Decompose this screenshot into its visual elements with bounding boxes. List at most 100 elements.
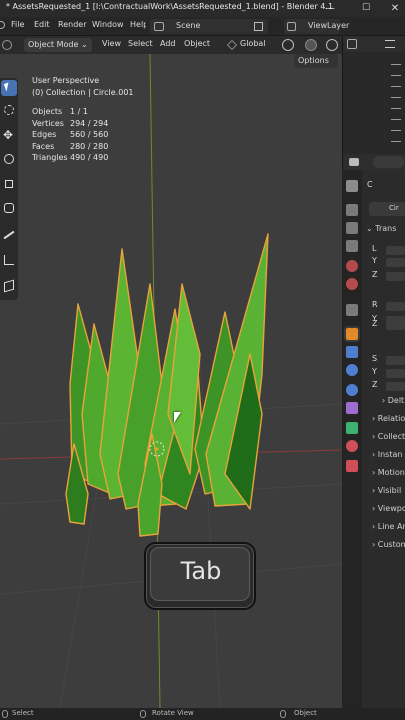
stat-value: 490 / 490: [70, 153, 109, 162]
data-tab-icon[interactable]: [346, 422, 358, 434]
output-tab-icon[interactable]: [346, 222, 358, 234]
particles-tab-icon[interactable]: [346, 364, 358, 376]
viewlayer-selector[interactable]: ViewLayer: [284, 19, 349, 34]
stat-value: 294 / 294: [70, 118, 109, 128]
select-tool-button[interactable]: [1, 80, 17, 96]
menu-select[interactable]: Select: [128, 39, 153, 48]
properties-search-input[interactable]: [373, 156, 404, 168]
scene-icon: [154, 22, 164, 31]
view-layer-tab-icon[interactable]: [346, 240, 358, 252]
object-origin: [155, 447, 159, 451]
object-header: C: [367, 180, 373, 189]
transform-field[interactable]: [386, 356, 405, 365]
object-tab-icon[interactable]: [346, 328, 358, 340]
panel-line-art[interactable]: › Line Ar: [372, 522, 405, 538]
measure-tool-button[interactable]: [1, 252, 17, 268]
options-button[interactable]: Options: [294, 54, 338, 68]
editor-type-icon[interactable]: [2, 40, 12, 50]
grass-object[interactable]: [65, 233, 269, 537]
physics-tab-icon[interactable]: [346, 384, 358, 396]
stat-value: 280 / 280: [70, 141, 109, 151]
transform-icon: [4, 203, 14, 213]
orientation-dropdown[interactable]: Global: [240, 39, 266, 48]
panel-relations[interactable]: › Relatio: [372, 414, 405, 430]
new-scene-icon[interactable]: [254, 22, 263, 31]
viewport-header: Object Mode ⌄ View Select Add Object Glo…: [0, 36, 342, 54]
object-mode-dropdown[interactable]: Object Mode ⌄: [24, 38, 92, 52]
world-tab-icon[interactable]: [346, 278, 358, 290]
stat-label: Faces: [32, 141, 55, 151]
snap-icon[interactable]: [305, 39, 317, 51]
properties-header: [343, 154, 405, 170]
panel-motion-paths[interactable]: › Motion: [372, 468, 405, 484]
status-select: Select: [12, 709, 34, 717]
transform-field[interactable]: [386, 246, 405, 255]
menu-help[interactable]: Help: [130, 20, 146, 29]
rotate-tool-button[interactable]: [1, 152, 17, 168]
transform-field[interactable]: [386, 258, 405, 267]
transform-fields: L Y Z R Y: [372, 244, 405, 330]
outliner-editor-icon[interactable]: [347, 39, 357, 49]
scene-selector[interactable]: Scene: [150, 19, 268, 34]
visibility-toggles[interactable]: [391, 56, 401, 148]
blender-logo-icon[interactable]: [0, 21, 5, 29]
outliner-header: [343, 36, 405, 52]
panel-delta-transform[interactable]: › Delt: [382, 396, 405, 412]
object-name-field[interactable]: Cir: [369, 202, 405, 216]
filter-icon[interactable]: [385, 40, 395, 48]
annotate-tool-button[interactable]: [1, 228, 17, 244]
menu-window[interactable]: Window: [92, 20, 124, 29]
panel-visibility[interactable]: › Visibil: [372, 486, 405, 502]
render-tab-icon[interactable]: [346, 204, 358, 216]
cursor-tool-button[interactable]: [1, 102, 17, 118]
menu-view[interactable]: View: [102, 39, 121, 48]
tool-tab-icon[interactable]: [346, 180, 358, 192]
scene-name: Scene: [176, 21, 201, 30]
menu-object[interactable]: Object: [184, 39, 210, 48]
viewlayer-icon: [287, 22, 296, 31]
transform-field[interactable]: [386, 369, 405, 378]
transform-field[interactable]: [386, 382, 405, 391]
modifiers-tab-icon[interactable]: [346, 346, 358, 358]
transform-tool-button[interactable]: [1, 200, 17, 216]
proportional-edit-icon[interactable]: [326, 39, 338, 51]
menu-edit[interactable]: Edit: [34, 20, 50, 29]
viewlayer-name: ViewLayer: [308, 21, 350, 30]
title-bar: * AssetsRequested_1 [I:\ContractualWork\…: [0, 0, 405, 17]
move-tool-button[interactable]: ✥: [1, 128, 17, 144]
outliner-panel: [342, 36, 405, 154]
panel-instancing[interactable]: › Instan: [372, 450, 405, 466]
menu-file[interactable]: File: [11, 20, 24, 29]
maximize-button[interactable]: ☐: [356, 0, 376, 17]
annotate-icon: [3, 230, 15, 240]
add-cube-tool-button[interactable]: [1, 278, 17, 294]
texture-tab-icon[interactable]: [346, 460, 358, 472]
constraints-tab-icon[interactable]: [346, 402, 358, 414]
transform-field[interactable]: [386, 302, 405, 311]
panel-transform[interactable]: ⌄ Trans: [366, 224, 405, 240]
transform-axis-label: Y: [372, 367, 377, 376]
transform-axis-label: S: [372, 354, 378, 363]
mode-label: Object Mode: [28, 40, 79, 49]
mouse-middle-icon: [140, 710, 146, 718]
scene-tab-icon[interactable]: [346, 260, 358, 272]
panel-viewport-display[interactable]: › Viewpo: [372, 504, 405, 520]
window-title: * AssetsRequested_1 [I:\ContractualWork\…: [6, 2, 334, 11]
menu-render[interactable]: Render: [58, 20, 86, 29]
keycap-face: Tab: [150, 547, 250, 601]
panel-custom-properties[interactable]: › Custom: [372, 540, 405, 556]
panel-collections[interactable]: › Collect: [372, 432, 405, 448]
transform-field[interactable]: [386, 321, 405, 330]
close-button[interactable]: ✕: [385, 0, 405, 17]
material-tab-icon[interactable]: [346, 440, 358, 452]
menu-add[interactable]: Add: [160, 39, 176, 48]
stat-value: 1 / 1: [70, 107, 88, 116]
mouse-pointer-icon: [174, 412, 181, 423]
collection-tab-icon[interactable]: [346, 304, 358, 316]
minimize-button[interactable]: —: [320, 0, 340, 17]
transform-axis-label: L: [372, 244, 377, 253]
transform-field[interactable]: [386, 272, 405, 281]
properties-editor-icon[interactable]: [349, 158, 359, 166]
scale-tool-button[interactable]: [1, 176, 17, 192]
pivot-icon[interactable]: [282, 39, 294, 51]
